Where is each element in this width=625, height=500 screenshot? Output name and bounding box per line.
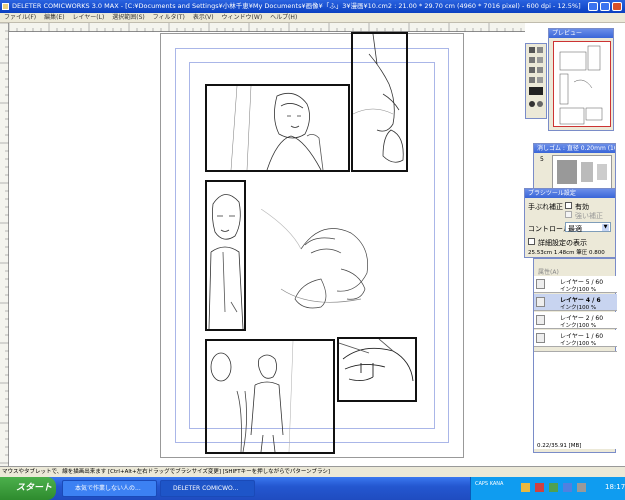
window-title: DELETER COMICWORKS 3.0 MAX - [C:¥Documen… xyxy=(12,2,581,10)
menu-edit[interactable]: 編集(E) xyxy=(44,13,64,23)
eraser-panel-title: 消しゴム : 直径 0.20mm (10... xyxy=(534,144,615,153)
visibility-eye-icon[interactable] xyxy=(536,279,545,289)
tablet-icon[interactable] xyxy=(549,483,558,492)
window-title-bar: DELETER COMICWORKS 3.0 MAX - [C:¥Documen… xyxy=(0,0,625,13)
vertical-ruler xyxy=(0,22,9,466)
start-button[interactable]: スタート xyxy=(0,477,56,500)
menu-view[interactable]: 表示(V) xyxy=(193,13,214,23)
eraser-tool-icon[interactable] xyxy=(529,57,535,63)
strong-correction-checkbox[interactable] xyxy=(565,211,572,218)
panel-4-sketch xyxy=(210,340,294,453)
start-label: スタート xyxy=(16,483,53,493)
task-comicworks[interactable]: DELETER COMICWO... xyxy=(160,480,255,497)
comic-panel-1[interactable] xyxy=(205,84,350,172)
menu-window[interactable]: ウィンドウ(W) xyxy=(222,13,263,23)
visibility-eye-icon[interactable] xyxy=(536,297,545,307)
select-tool-icon[interactable] xyxy=(537,57,543,63)
control-label: コントロール xyxy=(528,225,570,233)
network-icon[interactable] xyxy=(521,483,530,492)
layer-info: インク(100 % xyxy=(560,341,597,347)
center-sketch xyxy=(261,209,368,309)
brush-tool-icon[interactable] xyxy=(537,47,543,53)
detail-settings-checkbox[interactable] xyxy=(528,238,535,245)
layer-panel: 属性(A) レイヤー 5 / 60 インク(100 % レイヤー 4 / 6 インク(… xyxy=(533,258,617,453)
ime-indicator[interactable]: CAPS KANA xyxy=(475,481,503,487)
pen-tool-icon[interactable] xyxy=(529,47,535,53)
task-browser[interactable]: 本気で作業しない人の... xyxy=(62,480,157,497)
strong-correction-label: 強い補正 xyxy=(575,212,603,220)
detail-settings-label: 詳細設定の表示 xyxy=(538,239,587,247)
comic-panel-3[interactable] xyxy=(205,180,246,331)
color-swatch-icon[interactable] xyxy=(529,87,543,95)
clock[interactable]: 18:17 xyxy=(605,483,625,491)
shape-tool-icon[interactable] xyxy=(537,77,543,83)
enable-checkbox[interactable] xyxy=(565,202,572,209)
comic-panel-5[interactable] xyxy=(337,337,417,402)
status-bar: マウスやタブレットで、線を描画出来ます [Ctrl+Alt+左右ドラッグでブラシ… xyxy=(0,466,625,477)
brush-settings-title: ブラシツール設定 xyxy=(525,189,615,198)
taskbar: スタート 本気で作業しない人の... DELETER COMICWO... CA… xyxy=(0,477,625,500)
panel-5-sketch xyxy=(338,338,414,382)
menu-file[interactable]: ファイル(F) xyxy=(4,13,36,23)
manga-page[interactable] xyxy=(160,32,464,458)
stabilizer-label: 手ぶれ補正 xyxy=(528,203,563,211)
chevron-down-icon[interactable]: ▼ xyxy=(602,224,609,231)
layer-list-empty-area xyxy=(534,351,617,449)
visibility-eye-icon[interactable] xyxy=(536,315,545,325)
menu-selection[interactable]: 選択範囲(S) xyxy=(112,13,145,23)
layer-row[interactable]: レイヤー 5 / 60 インク(100 % xyxy=(534,276,617,293)
line-tool-icon[interactable] xyxy=(529,67,535,73)
preview-title: プレビュー xyxy=(549,29,613,38)
usb-icon[interactable] xyxy=(577,483,586,492)
system-tray: CAPS KANA 18:17 xyxy=(470,477,625,500)
control-select-value: 最適 xyxy=(568,225,582,233)
layer-info: インク(100 % xyxy=(560,305,597,311)
layer-row[interactable]: レイヤー 4 / 6 インク(100 % xyxy=(534,294,617,311)
menu-bar: ファイル(F) 編集(E) レイヤー(L) 選択範囲(S) フィルタ(T) 表示… xyxy=(0,13,625,23)
close-button[interactable] xyxy=(612,2,622,11)
horizontal-ruler xyxy=(8,23,525,33)
brush-settings-panel: ブラシツール設定 手ぶれ補正 有効 強い補正 コントロール 最適 ▼ 詳細設定の… xyxy=(524,188,616,258)
layer-row[interactable]: レイヤー 2 / 60 インク(100 % xyxy=(534,312,617,329)
minimize-button[interactable] xyxy=(588,2,598,11)
eraser-panel: 消しゴム : 直径 0.20mm (10... 5 xyxy=(533,143,616,191)
app-icon xyxy=(2,3,9,10)
text-tool-icon[interactable] xyxy=(529,77,535,83)
layer-attribute-label: 属性(A) xyxy=(538,269,559,276)
zoom-tool-icon[interactable] xyxy=(529,101,535,107)
pen-readout: 25.53cm 1.48cm 筆圧 0.800 xyxy=(528,250,605,256)
hand-tool-icon[interactable] xyxy=(537,101,543,107)
brush-size-label: 5 xyxy=(540,156,544,163)
task-comicworks-label: DELETER COMICWO... xyxy=(173,485,239,492)
maximize-button[interactable] xyxy=(600,2,610,11)
security-icon[interactable] xyxy=(535,483,544,492)
comic-panel-2[interactable] xyxy=(351,32,408,172)
panel-2-sketch xyxy=(352,33,404,163)
memory-usage: 0.22/35.91 [MB] xyxy=(537,443,582,449)
task-browser-label: 本気で作業しない人の... xyxy=(75,485,141,492)
panel-3-sketch xyxy=(208,194,244,330)
panel-1-sketch xyxy=(230,85,324,171)
menu-layer[interactable]: レイヤー(L) xyxy=(72,13,104,23)
control-select[interactable]: 最適 ▼ xyxy=(565,222,611,233)
visibility-eye-icon[interactable] xyxy=(536,333,545,343)
menu-filter[interactable]: フィルタ(T) xyxy=(153,13,185,23)
preview-thumbnail[interactable] xyxy=(553,41,611,127)
layer-info: インク(100 % xyxy=(560,323,597,329)
preview-panel: プレビュー xyxy=(548,28,614,131)
status-text: マウスやタブレットで、線を描画出来ます [Ctrl+Alt+左右ドラッグでブラシ… xyxy=(2,469,330,475)
fill-tool-icon[interactable] xyxy=(537,67,543,73)
comic-panel-4[interactable] xyxy=(205,339,335,454)
layer-info: インク(100 % xyxy=(560,287,597,293)
brush-preview[interactable] xyxy=(552,155,612,190)
menu-help[interactable]: ヘルプ(H) xyxy=(270,13,297,23)
volume-icon[interactable] xyxy=(563,483,572,492)
tool-palette xyxy=(525,43,547,119)
layer-row[interactable]: レイヤー 1 / 60 インク(100 % xyxy=(534,330,617,347)
